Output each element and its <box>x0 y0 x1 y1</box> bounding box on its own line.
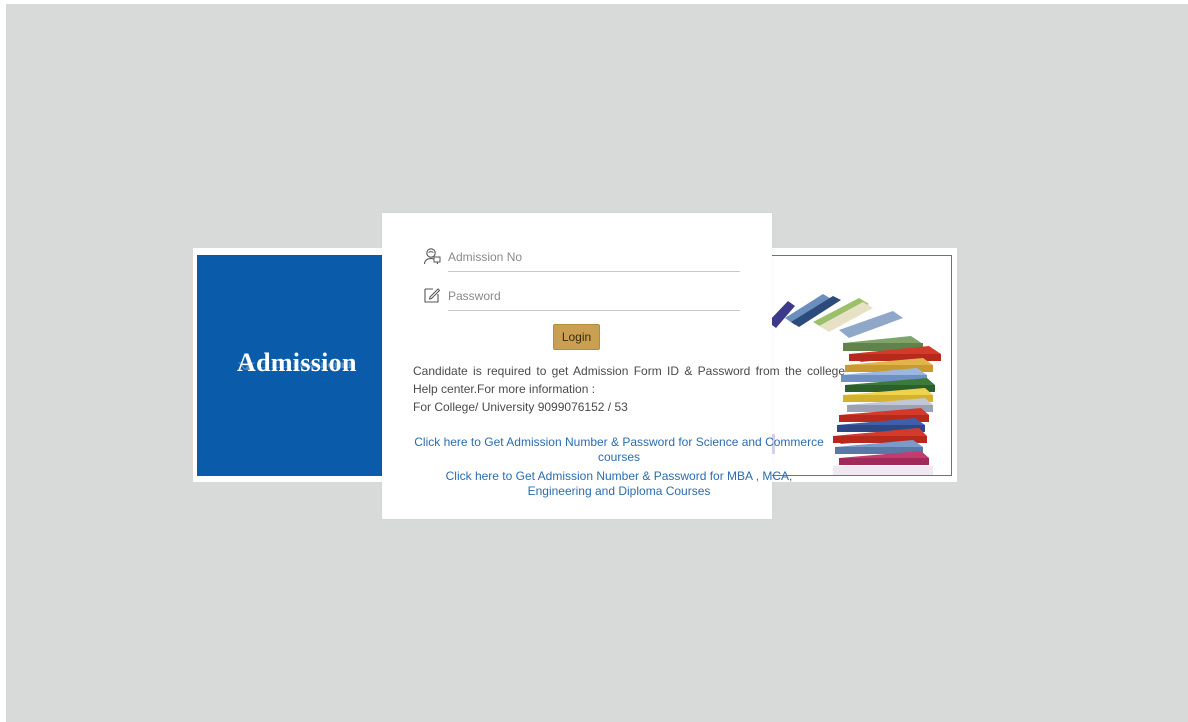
help-links: Click here to Get Admission Number & Pas… <box>402 435 836 499</box>
login-button[interactable]: Login <box>553 324 600 350</box>
password-input[interactable] <box>448 282 740 311</box>
user-id-icon <box>423 248 441 265</box>
edit-pencil-icon <box>424 288 441 303</box>
science-commerce-link[interactable]: Click here to Get Admission Number & Pas… <box>402 435 836 465</box>
login-card: Login Candidate is required to get Admis… <box>382 213 845 519</box>
banner-title-reflection: Admission <box>237 359 355 373</box>
banner-blue-panel: Admission Admission <box>197 255 393 476</box>
info-instruction: Candidate is required to get Admission F… <box>413 364 845 396</box>
admission-no-input[interactable] <box>448 243 740 272</box>
mba-mca-link[interactable]: Click here to Get Admission Number & Pas… <box>402 469 836 499</box>
info-contact: For College/ University 9099076152 / 53 <box>413 400 628 414</box>
admission-no-field <box>422 243 742 273</box>
info-text: Candidate is required to get Admission F… <box>413 362 847 416</box>
password-field <box>422 282 742 312</box>
